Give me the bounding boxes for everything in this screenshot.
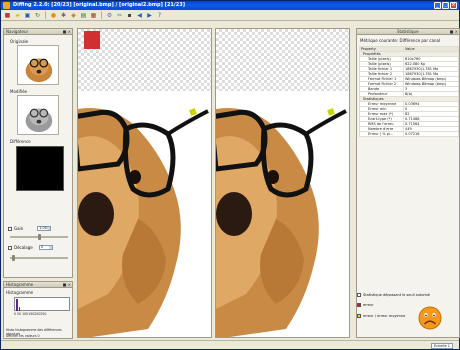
mask-icon[interactable]: ⚙	[105, 11, 114, 20]
histogram-bar	[19, 307, 20, 311]
threshold-row: Statistique dépassant le seuil autorisé	[357, 293, 430, 297]
original-thumbnail[interactable]	[17, 45, 59, 85]
histogram-title: Histogramme	[6, 282, 34, 287]
navigator-header: Navigateur ■ ×	[4, 29, 72, 35]
histogram-plot	[14, 297, 70, 311]
original-label: Originale	[10, 39, 29, 44]
legend-average-label: erreur / erreur moyenne	[363, 314, 406, 318]
threshold-label: Statistique dépassant le seuil autorisé	[363, 293, 430, 297]
average-swatch	[357, 314, 361, 318]
prev-icon[interactable]: ▪	[125, 11, 134, 20]
close-icon[interactable]: ■ ×	[63, 282, 71, 288]
forward-icon[interactable]: ▶	[145, 11, 154, 20]
table-row[interactable]: Erreur ( % pi... 0.07216	[359, 131, 459, 137]
overlay-icon[interactable]: ▦	[89, 11, 98, 20]
status-bar: Echelle 1	[1, 340, 459, 349]
image-icon[interactable]: ▤	[79, 11, 88, 20]
window-title: Diffing 2.2.0: [20/23] [original.bmp] / …	[13, 2, 185, 8]
open-icon[interactable]: ■	[3, 11, 12, 20]
gain-checkbox[interactable]	[8, 226, 12, 231]
legend-average: erreur / erreur moyenne	[357, 314, 405, 318]
modified-thumbnail[interactable]	[17, 95, 59, 135]
error-swatch	[357, 303, 361, 307]
title-bar: Diffing 2.2.0: [20/23] [original.bmp] / …	[1, 1, 459, 10]
statistics-header: Statistique ■ ×	[357, 29, 459, 35]
histogram-bars	[16, 299, 20, 311]
sad-face-icon	[418, 306, 442, 330]
offset-row: Décalage 0	[8, 245, 53, 250]
statistics-title: Statistique	[397, 29, 419, 34]
metric-label: Métrique courante: Différence par canal	[360, 38, 441, 43]
histogram-header: Histogramme ■ ×	[4, 282, 72, 288]
app-icon	[3, 2, 10, 9]
close-icon[interactable]: ■ ×	[63, 29, 71, 35]
offset-checkbox[interactable]	[8, 245, 12, 250]
help-icon[interactable]: ?	[155, 11, 164, 20]
app-window: Diffing 2.2.0: [20/23] [original.bmp] / …	[0, 0, 460, 350]
filter-icon[interactable]: ◆	[69, 11, 78, 20]
histogram-ticks: 0 50 100150200250	[14, 312, 47, 316]
toolbar: ■ ▰ ▣ ↻ ● ✱ ◆ ▤ ▦ ⚙ ✂ ▪ ◀ ▶ ?	[1, 10, 459, 21]
folder-icon[interactable]: ▰	[13, 11, 22, 20]
histogram-bar	[16, 299, 18, 311]
offset-spinner[interactable]: 0	[38, 245, 53, 250]
statistics-panel: Statistique ■ × Métrique courante: Diffé…	[356, 28, 460, 338]
offset-slider[interactable]	[10, 255, 68, 261]
gain-slider[interactable]	[10, 234, 68, 240]
close-icon[interactable]: ■ ×	[450, 29, 458, 35]
gain-label: Gain	[14, 226, 24, 231]
difference-thumbnail[interactable]	[16, 146, 64, 191]
right-image-viewer[interactable]	[215, 28, 350, 338]
left-image-viewer[interactable]	[77, 28, 212, 338]
offset-slider-knob[interactable]	[12, 255, 15, 261]
next-icon[interactable]: ✂	[115, 11, 124, 20]
minimize-button[interactable]: _	[434, 2, 441, 9]
navigator-title: Navigateur	[6, 29, 29, 34]
histogram-inner-label: Histogramme	[6, 290, 34, 295]
gain-row: Gain 1,00	[8, 226, 52, 231]
legend-error: erreur	[357, 303, 374, 307]
save-icon[interactable]: ▣	[23, 11, 32, 20]
threshold-checkbox[interactable]	[357, 293, 361, 297]
gain-spinner[interactable]: 1,00	[37, 226, 52, 231]
close-button[interactable]: ×	[450, 2, 457, 9]
offset-label: Décalage	[14, 245, 33, 250]
legend-error-label: erreur	[363, 303, 374, 307]
diff-icon[interactable]: ●	[49, 11, 58, 20]
table-row[interactable]: Format Fichier 1 Windows Bitmap (bmp)	[359, 76, 459, 82]
show-values-label[interactable]: Afficher les valeurs 0	[6, 334, 40, 338]
histogram-panel: Histogramme ■ × Histogramme 0 50 1001502…	[3, 281, 73, 339]
properties-table: Property Value Propriétés Taille (pixels)…	[359, 46, 459, 137]
gain-slider-knob[interactable]	[38, 234, 41, 240]
dog-image-right	[216, 91, 349, 337]
navigator-panel: Navigateur ■ × Originale Modifiée Différ…	[3, 28, 73, 278]
modified-label: Modifiée	[10, 89, 27, 94]
back-icon[interactable]: ◀	[135, 11, 144, 20]
property-cell: Erreur ( % pi...	[359, 131, 404, 137]
refresh-icon[interactable]: ↻	[33, 11, 42, 20]
dog-image-left	[78, 31, 211, 337]
zoom-dropdown[interactable]: Echelle 1	[431, 343, 453, 349]
table-row[interactable]: Format Fichier 2 Windows Bitmap (bmp)	[359, 81, 459, 87]
maximize-button[interactable]: □	[442, 2, 449, 9]
settings-icon[interactable]: ✱	[59, 11, 68, 20]
value-cell: 0.07216	[403, 131, 459, 137]
difference-label: Différence	[10, 139, 31, 144]
